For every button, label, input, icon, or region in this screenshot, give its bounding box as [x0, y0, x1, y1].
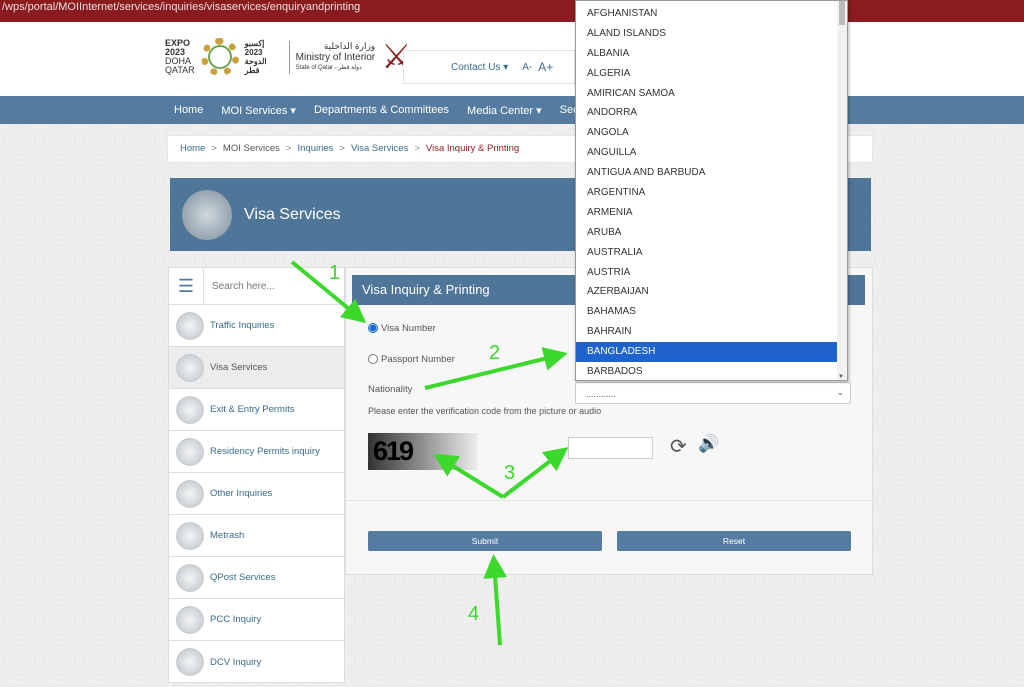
dropdown-option[interactable]: AZERBAIJAN	[576, 282, 838, 302]
nationality-label: Nationality	[368, 384, 413, 395]
sidebar-item-label: Exit & Entry Permits	[210, 404, 295, 415]
nav-departments[interactable]: Departments & Committees	[314, 104, 449, 116]
radio-visa-number[interactable]: Visa Number	[368, 323, 436, 334]
dropdown-option[interactable]: ANDORRA	[576, 103, 838, 123]
info-icon	[176, 479, 204, 508]
annotation-number-2: 2	[489, 342, 501, 364]
divider	[346, 500, 872, 501]
font-increase-button[interactable]: A+	[538, 60, 553, 74]
scroll-down-icon[interactable]: ▼	[838, 374, 844, 380]
search-input[interactable]	[204, 268, 344, 304]
phone-icon	[176, 521, 204, 550]
dropdown-option[interactable]: ALGERIA	[576, 64, 838, 84]
annotation-number-3: 3	[504, 462, 516, 484]
dropdown-option[interactable]: ARMENIA	[576, 203, 838, 223]
sidebar-item-label: QPost Services	[210, 572, 276, 583]
dropdown-scrollbar[interactable]: ▼	[837, 1, 847, 380]
dropdown-option[interactable]: BARBADOS	[576, 362, 838, 380]
breadcrumb-home[interactable]: Home	[180, 143, 205, 154]
annotation-number-4: 4	[468, 603, 480, 625]
sidebar-item-label: Visa Services	[210, 362, 268, 373]
chevron-down-icon: ⌄	[836, 387, 844, 397]
radio-label: Passport Number	[381, 354, 455, 365]
reset-button[interactable]: Reset	[617, 531, 851, 551]
breadcrumb-inquiries[interactable]: Inquiries	[297, 143, 333, 154]
breadcrumb-moi-services[interactable]: MOI Services	[223, 143, 280, 154]
dropdown-option[interactable]: AUSTRIA	[576, 263, 838, 283]
address-bar[interactable]: /wps/portal/MOIInternet/services/inquiri…	[0, 0, 1024, 22]
speaker-icon[interactable]: 🔊	[698, 434, 719, 454]
refresh-icon[interactable]: ⟳	[670, 434, 687, 459]
dropdown-option[interactable]: ALAND ISLANDS	[576, 24, 838, 44]
dropdown-option[interactable]: AUSTRALIA	[576, 243, 838, 263]
contact-us-link[interactable]: Contact Us ▾	[451, 62, 508, 73]
radio-button[interactable]	[368, 323, 378, 334]
sidebar-item-residency[interactable]: Residency Permits inquiry	[169, 431, 344, 473]
font-decrease-button[interactable]: A-	[522, 62, 532, 73]
traffic-light-icon	[176, 311, 204, 340]
captcha-image: 619	[368, 433, 478, 470]
dropdown-option[interactable]: ANGUILLA	[576, 143, 838, 163]
sidebar-item-metrash[interactable]: Metrash	[169, 515, 344, 557]
dropdown-option[interactable]: AMIRICAN SAMOA	[576, 84, 838, 104]
nationality-dropdown-list: AFGHANISTAN ALAND ISLANDS ALBANIA ALGERIA AM…	[575, 0, 848, 381]
dropdown-option[interactable]: ANGOLA	[576, 123, 838, 143]
sidebar-item-label: Residency Permits inquiry	[210, 446, 320, 457]
sidebar-item-pcc[interactable]: PCC Inquiry	[169, 599, 344, 641]
sidebar-item-label: Other Inquiries	[210, 488, 273, 499]
magnifier-icon	[176, 437, 204, 466]
sidebar: ☰ Traffic Inquiries Visa Services Exit &…	[168, 267, 345, 683]
nav-home[interactable]: Home	[174, 104, 203, 116]
dropdown-option[interactable]: ALBANIA	[576, 44, 838, 64]
expo-flower-logo	[200, 38, 239, 76]
plane-icon	[176, 395, 204, 424]
page-title: Visa Services	[244, 205, 341, 223]
sidebar-item-label: DCV Inquiry	[210, 656, 262, 668]
dropdown-option[interactable]: ANTIGUA AND BARBUDA	[576, 163, 838, 183]
logo-area: EXPO 2023 DOHA QATAR إكسبو 2023 الدوحة قطر …	[165, 32, 415, 82]
sidebar-item-exit-entry[interactable]: Exit & Entry Permits	[169, 389, 344, 431]
radio-button[interactable]	[368, 354, 378, 365]
sidebar-item-label: Metrash	[210, 530, 245, 541]
nav-moi-services[interactable]: MOI Services ▾	[221, 104, 296, 117]
ministry-logo-text: وزارة الداخلية Ministry of Interior State …	[288, 40, 375, 74]
fingerprint-icon	[176, 648, 204, 676]
main-nav: Home MOI Services ▾ Departments & Commit…	[0, 96, 1024, 124]
dropdown-option[interactable]: ARUBA	[576, 223, 838, 243]
captcha-input[interactable]	[568, 437, 653, 459]
sidebar-item-label: PCC Inquiry	[210, 614, 262, 625]
breadcrumb-current: Visa Inquiry & Printing	[425, 143, 520, 154]
sidebar-item-dcv[interactable]: DCV Inquiry	[169, 641, 344, 683]
sidebar-item-other-inquiries[interactable]: Other Inquiries	[169, 473, 344, 515]
truck-icon	[176, 563, 204, 592]
breadcrumb-visa-services[interactable]: Visa Services	[351, 143, 408, 154]
sidebar-search: ☰	[169, 268, 344, 305]
certificate-icon	[176, 605, 204, 634]
top-utility-box: Contact Us ▾ A- A+	[403, 50, 575, 84]
dropdown-option[interactable]: AFGHANISTAN	[576, 4, 838, 24]
expo-arabic: إكسبو 2023 الدوحة قطر	[244, 39, 267, 75]
radio-passport-number[interactable]: Passport Number	[368, 354, 455, 365]
expo-logo: EXPO 2023 DOHA QATAR	[165, 38, 195, 75]
annotation-number-1: 1	[329, 262, 341, 284]
dropdown-option[interactable]: BAHAMAS	[576, 302, 838, 322]
sidebar-item-visa-services[interactable]: Visa Services	[169, 347, 344, 389]
menu-icon[interactable]: ☰	[169, 268, 204, 304]
scrollbar-thumb[interactable]	[839, 1, 845, 25]
submit-button[interactable]: Submit	[368, 531, 602, 551]
dropdown-option[interactable]: BANGLADESH	[576, 342, 838, 363]
nav-media-center[interactable]: Media Center ▾	[467, 104, 542, 117]
visa-services-icon	[182, 189, 232, 240]
sidebar-item-qpost[interactable]: QPost Services	[169, 557, 344, 599]
sidebar-item-traffic-inquiries[interactable]: Traffic Inquiries	[169, 305, 344, 347]
nationality-value: ............	[586, 389, 617, 399]
radio-label: Visa Number	[381, 323, 436, 334]
nationality-select[interactable]: ............ ⌄	[575, 382, 851, 404]
dropdown-option[interactable]: BAHRAIN	[576, 322, 838, 342]
dropdown-option[interactable]: ARGENTINA	[576, 183, 838, 203]
sidebar-item-label: Traffic Inquiries	[210, 320, 275, 331]
verification-instruction: Please enter the verification code from …	[368, 406, 602, 416]
visa-icon	[176, 353, 204, 382]
